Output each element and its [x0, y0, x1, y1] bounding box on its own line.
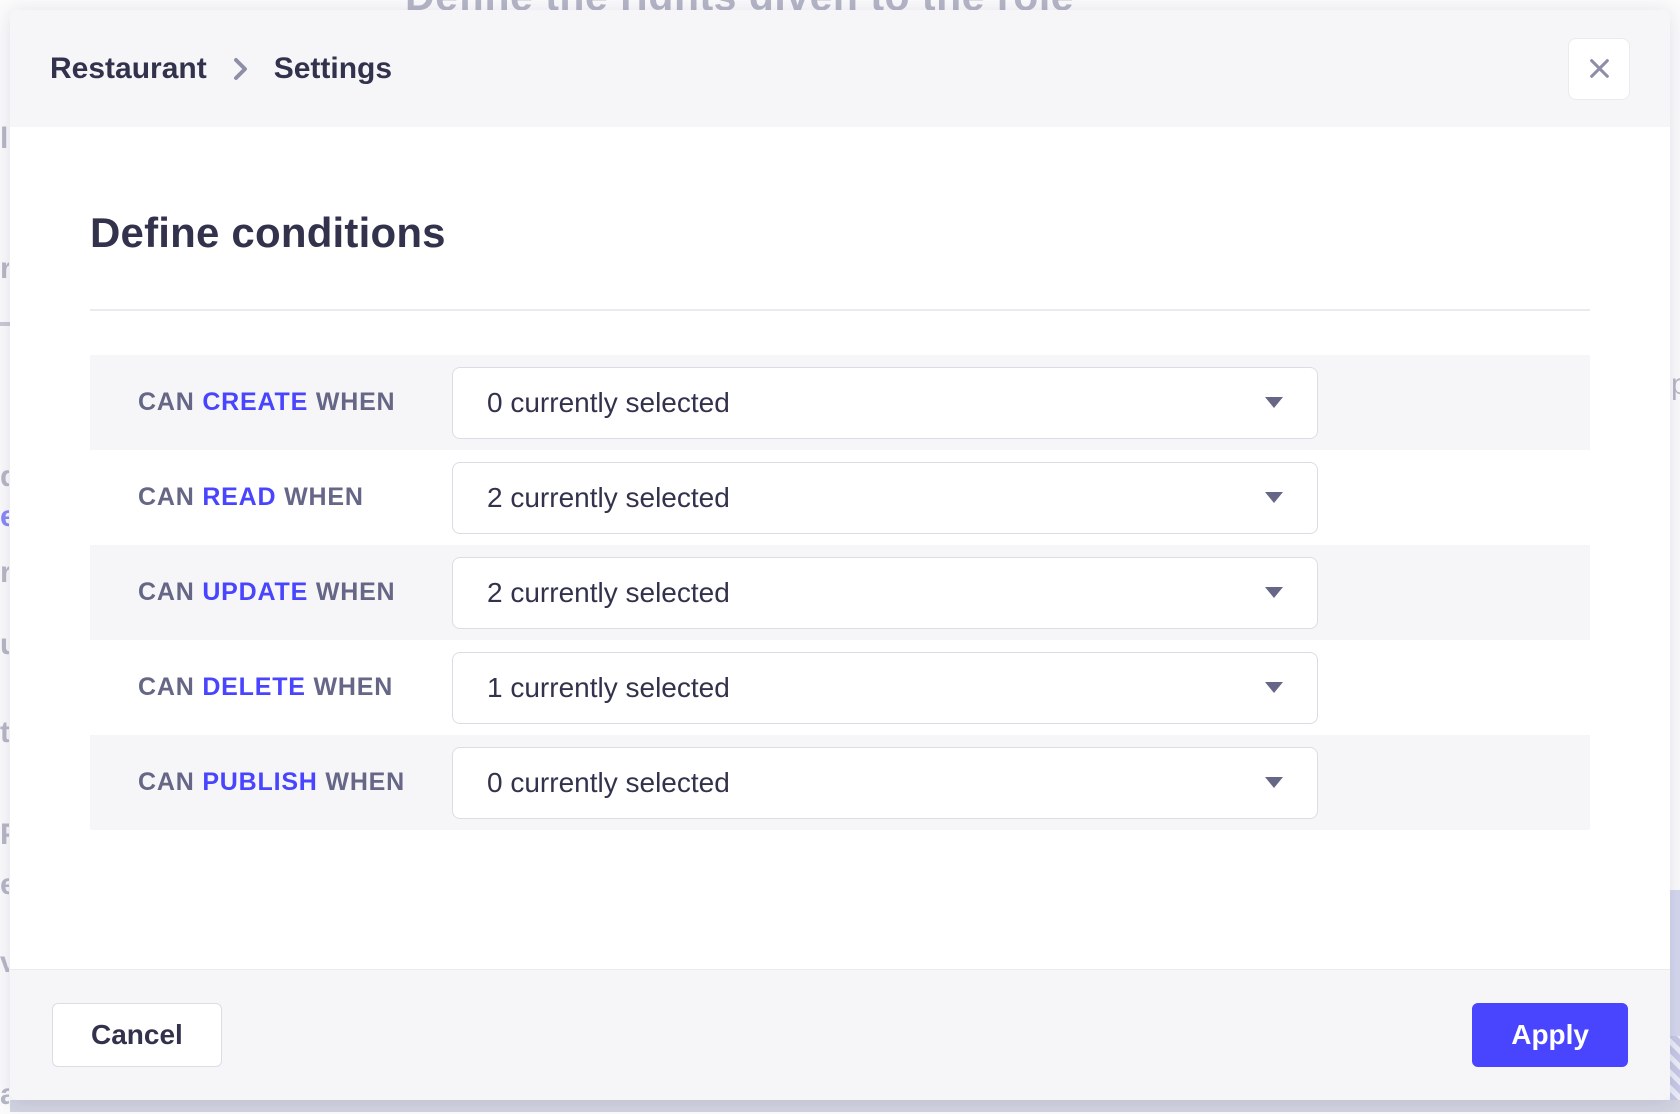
update-conditions-select[interactable]: 2 currently selected: [452, 557, 1318, 629]
label-prefix: CAN: [138, 768, 195, 796]
label-action: READ: [202, 483, 276, 511]
label-prefix: CAN: [138, 483, 195, 511]
background-text-fragment: r: [0, 252, 9, 288]
chevron-down-icon: [1265, 492, 1283, 503]
label-action: UPDATE: [202, 578, 308, 606]
modal-footer: Cancel Apply: [10, 969, 1670, 1100]
read-conditions-select[interactable]: 2 currently selected: [452, 462, 1318, 534]
chevron-down-icon: [1265, 777, 1283, 788]
permission-row-delete: CAN DELETE WHEN 1 currently selected: [90, 640, 1590, 735]
background-text-fragment: e: [0, 500, 9, 536]
cancel-button[interactable]: Cancel: [52, 1003, 222, 1067]
breadcrumb: Restaurant Settings: [50, 52, 392, 86]
label-prefix: CAN: [138, 578, 195, 606]
select-value: 2 currently selected: [487, 482, 730, 514]
background-text-fragment: e: [0, 868, 9, 904]
label-suffix: WHEN: [284, 483, 364, 511]
background-text-fragment: ti: [0, 716, 9, 752]
background-illustration: [1670, 890, 1680, 1100]
label-prefix: CAN: [138, 388, 195, 416]
label-action: DELETE: [202, 673, 305, 701]
chevron-down-icon: [1265, 682, 1283, 693]
divider: [90, 309, 1590, 311]
chevron-down-icon: [1265, 397, 1283, 408]
label-suffix: WHEN: [316, 578, 396, 606]
label-suffix: WHEN: [325, 768, 405, 796]
background-text-fragment: P: [0, 818, 9, 854]
label-action: PUBLISH: [202, 768, 317, 796]
select-value: 0 currently selected: [487, 767, 730, 799]
label-suffix: WHEN: [314, 673, 394, 701]
breadcrumb-item-settings: Settings: [274, 52, 392, 86]
conditions-list: CAN CREATE WHEN 0 currently selected CAN…: [90, 355, 1590, 830]
permission-row-read: CAN READ WHEN 2 currently selected: [90, 450, 1590, 545]
background-text-fragment: p: [1671, 368, 1680, 404]
permission-label: CAN UPDATE WHEN: [138, 578, 452, 607]
background-text-fragment: ai: [0, 1078, 9, 1114]
background-text-fragment: l: [0, 122, 9, 158]
background-bottom-strip: [10, 1100, 1680, 1112]
chevron-down-icon: [1265, 587, 1283, 598]
select-value: 2 currently selected: [487, 577, 730, 609]
label-suffix: WHEN: [316, 388, 396, 416]
modal-body: Define conditions CAN CREATE WHEN 0 curr…: [10, 127, 1670, 969]
select-value: 1 currently selected: [487, 672, 730, 704]
modal-header: Restaurant Settings: [10, 10, 1670, 127]
publish-conditions-select[interactable]: 0 currently selected: [452, 747, 1318, 819]
background-text-fragment: r: [0, 556, 9, 592]
permission-label: CAN READ WHEN: [138, 483, 452, 512]
background-text-fragment: v: [0, 946, 9, 982]
chevron-right-icon: [233, 56, 248, 82]
label-action: CREATE: [202, 388, 308, 416]
delete-conditions-select[interactable]: 1 currently selected: [452, 652, 1318, 724]
permission-label: CAN DELETE WHEN: [138, 673, 452, 702]
background-text-fragment: d: [0, 460, 9, 496]
close-icon: [1587, 56, 1612, 81]
select-value: 0 currently selected: [487, 387, 730, 419]
permission-label: CAN PUBLISH WHEN: [138, 768, 452, 797]
permission-label: CAN CREATE WHEN: [138, 388, 452, 417]
apply-button[interactable]: Apply: [1472, 1003, 1628, 1067]
label-prefix: CAN: [138, 673, 195, 701]
close-button[interactable]: [1568, 38, 1630, 100]
permission-row-publish: CAN PUBLISH WHEN 0 currently selected: [90, 735, 1590, 830]
breadcrumb-item-restaurant: Restaurant: [50, 52, 207, 86]
create-conditions-select[interactable]: 0 currently selected: [452, 367, 1318, 439]
permission-row-update: CAN UPDATE WHEN 2 currently selected: [90, 545, 1590, 640]
page-title: Define conditions: [90, 211, 1590, 255]
permission-row-create: CAN CREATE WHEN 0 currently selected: [90, 355, 1590, 450]
background-text-fragment: u: [0, 628, 9, 664]
settings-modal: Restaurant Settings Define conditions CA…: [10, 10, 1670, 1100]
